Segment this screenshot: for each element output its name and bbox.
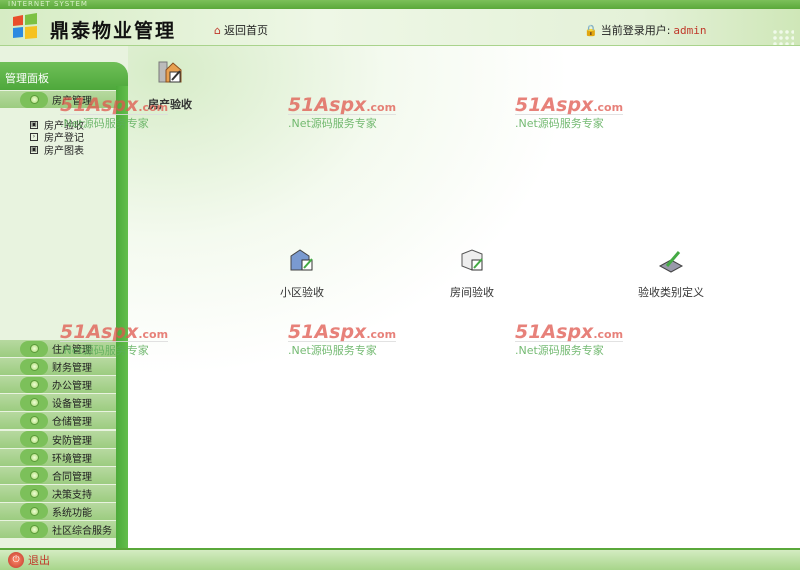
- sub-item[interactable]: ▣ 房产图表: [30, 142, 84, 157]
- section-house-acceptance[interactable]: 房产验收: [148, 58, 192, 112]
- bullet-icon: [20, 358, 48, 375]
- tile-label: 验收类别定义: [638, 286, 704, 299]
- tile-acceptance-category[interactable]: 验收类别定义: [638, 246, 704, 300]
- nav-label: 住户管理: [52, 345, 92, 356]
- watermark-domain: .com: [138, 328, 169, 341]
- bullet-icon: [20, 467, 48, 484]
- tile-label: 小区验收: [280, 286, 324, 299]
- tile-room-acceptance[interactable]: 房间验收: [450, 246, 494, 300]
- watermark-domain: .com: [366, 101, 397, 114]
- app-title: 鼎泰物业管理: [50, 20, 177, 42]
- header: 鼎泰物业管理 ⌂ 返回首页 🔒 当前登录用户: admin: [0, 9, 800, 46]
- house-edit-icon: [158, 61, 182, 83]
- bullet-icon: [20, 485, 48, 502]
- watermark-slogan: .Net源码服务专家: [288, 341, 397, 358]
- watermark-domain: .com: [593, 328, 624, 341]
- decor-dots: [772, 29, 794, 45]
- bullet-icon: [20, 394, 48, 411]
- home-link[interactable]: ⌂ 返回首页: [214, 22, 268, 38]
- user-lock-icon: 🔒: [584, 23, 598, 37]
- nav-label: 决策支持: [52, 489, 92, 501]
- box-edit-icon: [461, 249, 483, 271]
- logout-button[interactable]: ⏻ 退出: [8, 552, 50, 568]
- panel-title: 管理面板: [0, 62, 128, 90]
- watermark: 51Aspx.com .Net源码服务专家: [288, 321, 397, 358]
- watermark-domain: .com: [593, 101, 624, 114]
- tile-label: 房间验收: [450, 286, 494, 299]
- nav-label: 设备管理: [52, 399, 92, 411]
- bullet-icon: [20, 91, 48, 108]
- nav-label: 仓储管理: [52, 417, 92, 429]
- watermark: 51Aspx.com .Net源码服务专家: [515, 94, 624, 131]
- nav-label: 财务管理: [52, 363, 92, 375]
- watermark-slogan: .Net源码服务专家: [515, 341, 624, 358]
- bullet-icon: [20, 503, 48, 520]
- home-icon: ⌂: [214, 23, 221, 37]
- tray-edit-icon: [658, 251, 684, 273]
- sidebar-rail: [116, 86, 128, 548]
- nav-label: 系统功能: [52, 507, 92, 519]
- nav-label: 社区综合服务: [52, 526, 112, 537]
- user-label: 当前登录用户:: [600, 24, 671, 37]
- watermark-brand: 51Aspx: [288, 321, 367, 343]
- watermark: 51Aspx.com .Net源码服务专家: [288, 94, 397, 131]
- content-area: 房产验收 小区验收 房间验收 验收类别定义 51Aspx.com .Net源码服务…: [60, 46, 800, 548]
- current-user: 🔒 当前登录用户: admin: [584, 22, 707, 38]
- watermark-domain: .com: [366, 328, 397, 341]
- top-strip: INTERNET SYSTEM: [0, 0, 800, 9]
- section-title: 房产验收: [148, 98, 192, 111]
- expand-icon: ▣: [30, 145, 38, 154]
- arrow-icon: ›: [30, 132, 38, 141]
- nav-group[interactable]: 社区综合服务: [0, 521, 116, 539]
- sub-label: 房产图表: [44, 146, 84, 157]
- nav-group[interactable]: 安防管理: [0, 430, 116, 449]
- logout-label: 退出: [28, 554, 50, 567]
- sidebar: 管理面板 房产管理 ▣ 房产验收 › 房产登记 ▣ 房产图表 住户管理 财务管理 办公管理…: [0, 46, 128, 548]
- building-edit-icon: [290, 249, 313, 271]
- nav-group[interactable]: 仓储管理: [0, 412, 116, 431]
- watermark-brand: 51Aspx: [515, 321, 594, 343]
- nav-label: 环境管理: [52, 453, 92, 465]
- watermark-brand: 51Aspx: [288, 94, 367, 116]
- bullet-icon: [20, 521, 48, 538]
- watermark-slogan: .Net源码服务专家: [288, 114, 397, 131]
- nav-group[interactable]: 合同管理: [0, 466, 116, 485]
- nav-label: 房产管理: [52, 96, 92, 107]
- bullet-icon: [20, 340, 48, 357]
- bullet-icon: [20, 431, 48, 447]
- nav-label: 合同管理: [52, 471, 92, 483]
- watermark: 51Aspx.com .Net源码服务专家: [515, 321, 624, 358]
- nav-group[interactable]: 办公管理: [0, 376, 116, 395]
- tile-community-acceptance[interactable]: 小区验收: [280, 246, 324, 300]
- home-link-label: 返回首页: [223, 24, 268, 37]
- expand-icon: ▣: [30, 120, 38, 129]
- nav-label: 安防管理: [52, 435, 92, 447]
- nav-group[interactable]: 决策支持: [0, 484, 116, 503]
- watermark-brand: 51Aspx: [515, 94, 594, 116]
- nav-group[interactable]: 系统功能: [0, 502, 116, 521]
- nav-group-active[interactable]: 房产管理: [0, 91, 116, 109]
- nav-label: 办公管理: [52, 381, 92, 393]
- watermark-slogan: .Net源码服务专家: [515, 114, 624, 131]
- nav-group[interactable]: 住户管理: [0, 340, 116, 358]
- nav-group[interactable]: 设备管理: [0, 394, 116, 413]
- nav-group[interactable]: 财务管理: [0, 358, 116, 377]
- bullet-icon: [20, 376, 48, 393]
- bullet-icon: [20, 449, 48, 466]
- bullet-icon: [20, 412, 48, 429]
- power-icon: ⏻: [8, 552, 24, 568]
- nav-group[interactable]: 环境管理: [0, 448, 116, 467]
- footer-bar: ⏻ 退出: [0, 548, 800, 570]
- windows-logo-icon: [13, 13, 37, 39]
- user-name: admin: [673, 23, 707, 37]
